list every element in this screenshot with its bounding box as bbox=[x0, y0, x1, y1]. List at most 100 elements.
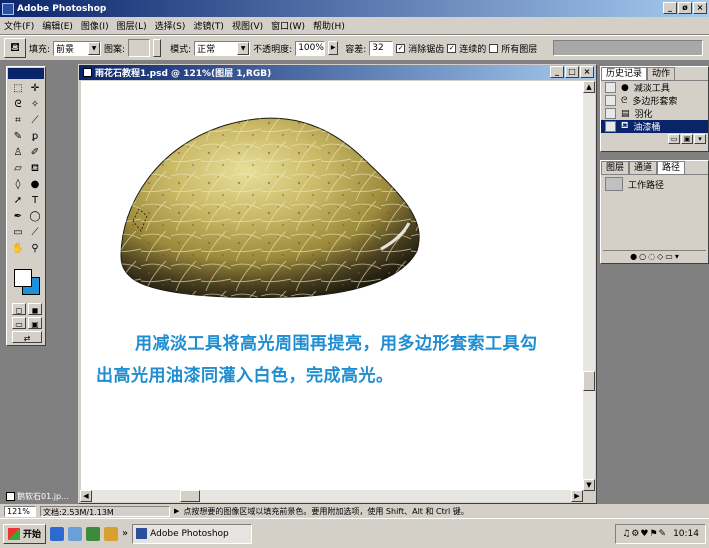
paint-bucket-tool-icon[interactable]: ⛾ bbox=[27, 162, 43, 177]
history-item-selected[interactable]: ⛾ 油漆桶 bbox=[601, 120, 708, 133]
tray-icons[interactable]: ♫⚙♥⚑✎ bbox=[622, 529, 667, 539]
lasso-tool-icon[interactable]: ᘓ bbox=[10, 98, 26, 113]
history-item[interactable]: ▤ 羽化 bbox=[601, 107, 708, 120]
blur-tool-icon[interactable]: ◊ bbox=[10, 178, 26, 193]
fill-select[interactable]: 前景 ▼ bbox=[53, 40, 102, 56]
document-canvas[interactable]: 用减淡工具将高光周围再提亮，用多边形套索工具勾 出高光用油漆同灌入白色，完成高光… bbox=[81, 81, 584, 491]
move-tool-icon[interactable]: ✛ bbox=[27, 82, 43, 97]
start-button[interactable]: 开始 bbox=[3, 523, 47, 544]
history-snapshot-box[interactable] bbox=[605, 108, 616, 119]
history-brush-tool-icon[interactable]: ✐ bbox=[27, 146, 43, 161]
notes-tool-icon[interactable]: ▭ bbox=[10, 226, 26, 241]
close-button[interactable]: × bbox=[693, 2, 707, 14]
internet-explorer-icon[interactable] bbox=[50, 526, 65, 541]
pattern-dropdown-button[interactable] bbox=[153, 39, 162, 57]
document-title-bar[interactable]: 雨花石教程1.psd @ 121%(图层 1,RGB) _ □ × bbox=[79, 65, 596, 80]
minimize-button[interactable]: _ bbox=[663, 2, 677, 14]
vertical-scroll-thumb[interactable] bbox=[583, 371, 595, 391]
trash-icon[interactable]: ▾ bbox=[675, 252, 679, 261]
contiguous-checkbox[interactable]: ✓ bbox=[447, 43, 457, 53]
antialias-checkbox[interactable]: ✓ bbox=[396, 43, 406, 53]
path-item[interactable]: 工作路径 bbox=[601, 175, 708, 193]
taskbar-app-photoshop[interactable]: Adobe Photoshop bbox=[132, 523, 253, 544]
menu-edit[interactable]: 编辑(E) bbox=[42, 19, 73, 32]
foreground-color-swatch[interactable] bbox=[14, 269, 32, 287]
media-player-icon[interactable] bbox=[104, 526, 119, 541]
eraser-tool-icon[interactable]: ▱ bbox=[10, 162, 26, 177]
pen-tool-icon[interactable]: ✒ bbox=[10, 210, 26, 225]
menu-filter[interactable]: 滤镜(T) bbox=[193, 19, 224, 32]
scroll-up-icon[interactable]: ▲ bbox=[583, 81, 595, 93]
tab-layers[interactable]: 图层 bbox=[601, 161, 630, 174]
status-arrow-icon[interactable]: ▶ bbox=[174, 507, 179, 515]
doc-minimize-button[interactable]: _ bbox=[550, 66, 564, 78]
show-desktop-icon[interactable] bbox=[86, 526, 101, 541]
marquee-tool-icon[interactable]: ⬚ bbox=[10, 82, 26, 97]
healing-brush-tool-icon[interactable]: ✎ bbox=[10, 130, 26, 145]
new-path-icon[interactable]: ▭ bbox=[665, 252, 673, 261]
outlook-express-icon[interactable] bbox=[68, 526, 83, 541]
screen-mode-1-icon[interactable]: ▭ bbox=[12, 317, 26, 329]
new-snapshot-icon[interactable]: ▣ bbox=[681, 134, 693, 144]
menu-image[interactable]: 图像(I) bbox=[81, 19, 109, 32]
all-layers-checkbox[interactable] bbox=[489, 43, 499, 53]
tolerance-input[interactable]: 32 bbox=[369, 40, 394, 56]
make-work-path-icon[interactable]: ◇ bbox=[657, 252, 663, 261]
path-selection-tool-icon[interactable]: ➚ bbox=[10, 194, 26, 209]
type-tool-icon[interactable]: T bbox=[27, 194, 43, 209]
pattern-swatch[interactable] bbox=[128, 39, 151, 57]
chevron-right-icon[interactable]: » bbox=[122, 528, 128, 539]
fill-path-icon[interactable]: ● bbox=[630, 252, 637, 261]
tab-history[interactable]: 历史记录 bbox=[601, 67, 648, 80]
shape-tool-icon[interactable]: ◯ bbox=[27, 210, 43, 225]
menu-select[interactable]: 选择(S) bbox=[155, 19, 186, 32]
tab-actions[interactable]: 动作 bbox=[647, 67, 676, 80]
vertical-scrollbar[interactable]: ▲ ▼ bbox=[583, 81, 595, 491]
brush-tool-icon[interactable]: ꝑ bbox=[27, 130, 43, 145]
scroll-right-icon[interactable]: ▶ bbox=[571, 490, 583, 502]
standard-mode-icon[interactable]: ◻ bbox=[12, 303, 26, 315]
restore-button[interactable]: ø bbox=[678, 2, 692, 14]
slice-tool-icon[interactable]: ⟋ bbox=[27, 114, 43, 129]
menu-file[interactable]: 文件(F) bbox=[4, 19, 34, 32]
scroll-left-icon[interactable]: ◀ bbox=[80, 490, 92, 502]
menu-help[interactable]: 帮助(H) bbox=[313, 19, 345, 32]
opacity-input[interactable]: 100% bbox=[295, 40, 326, 56]
jump-to-imageready-icon[interactable]: ⇄ bbox=[12, 331, 42, 343]
menu-window[interactable]: 窗口(W) bbox=[271, 19, 305, 32]
hand-tool-icon[interactable]: ✋ bbox=[10, 242, 26, 257]
palette-well[interactable] bbox=[553, 40, 703, 56]
minimized-document[interactable]: 鹅软石01.jp... bbox=[4, 489, 76, 504]
magic-wand-tool-icon[interactable]: ✧ bbox=[27, 98, 43, 113]
toolbox-header[interactable] bbox=[8, 68, 44, 79]
trash-icon[interactable]: ▾ bbox=[694, 134, 706, 144]
crop-tool-icon[interactable]: ⌗ bbox=[10, 114, 26, 129]
scroll-down-icon[interactable]: ▼ bbox=[583, 479, 595, 491]
history-snapshot-box[interactable] bbox=[605, 121, 616, 132]
menu-layer[interactable]: 图层(L) bbox=[117, 19, 147, 32]
tab-paths[interactable]: 路径 bbox=[657, 161, 686, 174]
mode-select[interactable]: 正常 ▼ bbox=[194, 40, 251, 56]
quick-mask-icon[interactable]: ◼ bbox=[28, 303, 42, 315]
stroke-path-icon[interactable]: ○ bbox=[639, 252, 646, 261]
doc-close-button[interactable]: × bbox=[580, 66, 594, 78]
tab-channels[interactable]: 通道 bbox=[629, 161, 658, 174]
zoom-tool-icon[interactable]: ⚲ bbox=[27, 242, 43, 257]
clock[interactable]: 10:14 bbox=[673, 529, 699, 539]
history-snapshot-box[interactable] bbox=[605, 95, 616, 106]
menu-view[interactable]: 视图(V) bbox=[232, 19, 263, 32]
doc-maximize-button[interactable]: □ bbox=[565, 66, 579, 78]
screen-mode-2-icon[interactable]: ▣ bbox=[28, 317, 42, 329]
horizontal-scrollbar[interactable]: ◀ ▶ bbox=[80, 490, 583, 502]
horizontal-scroll-thumb[interactable] bbox=[180, 490, 200, 502]
dodge-tool-icon[interactable]: ● bbox=[27, 178, 43, 193]
clone-stamp-tool-icon[interactable]: ♙ bbox=[10, 146, 26, 161]
zoom-field[interactable]: 121% bbox=[4, 505, 36, 517]
paint-bucket-icon[interactable]: ⛾ bbox=[4, 38, 26, 58]
opacity-slider-button[interactable]: ▶ bbox=[328, 41, 339, 55]
history-item[interactable]: ● 减淡工具 bbox=[601, 81, 708, 94]
history-snapshot-box[interactable] bbox=[605, 82, 616, 93]
eyedropper-tool-icon[interactable]: ⟋ bbox=[27, 226, 43, 241]
history-item[interactable]: ᘓ 多边形套索 bbox=[601, 94, 708, 107]
load-selection-icon[interactable]: ◌ bbox=[648, 252, 655, 261]
